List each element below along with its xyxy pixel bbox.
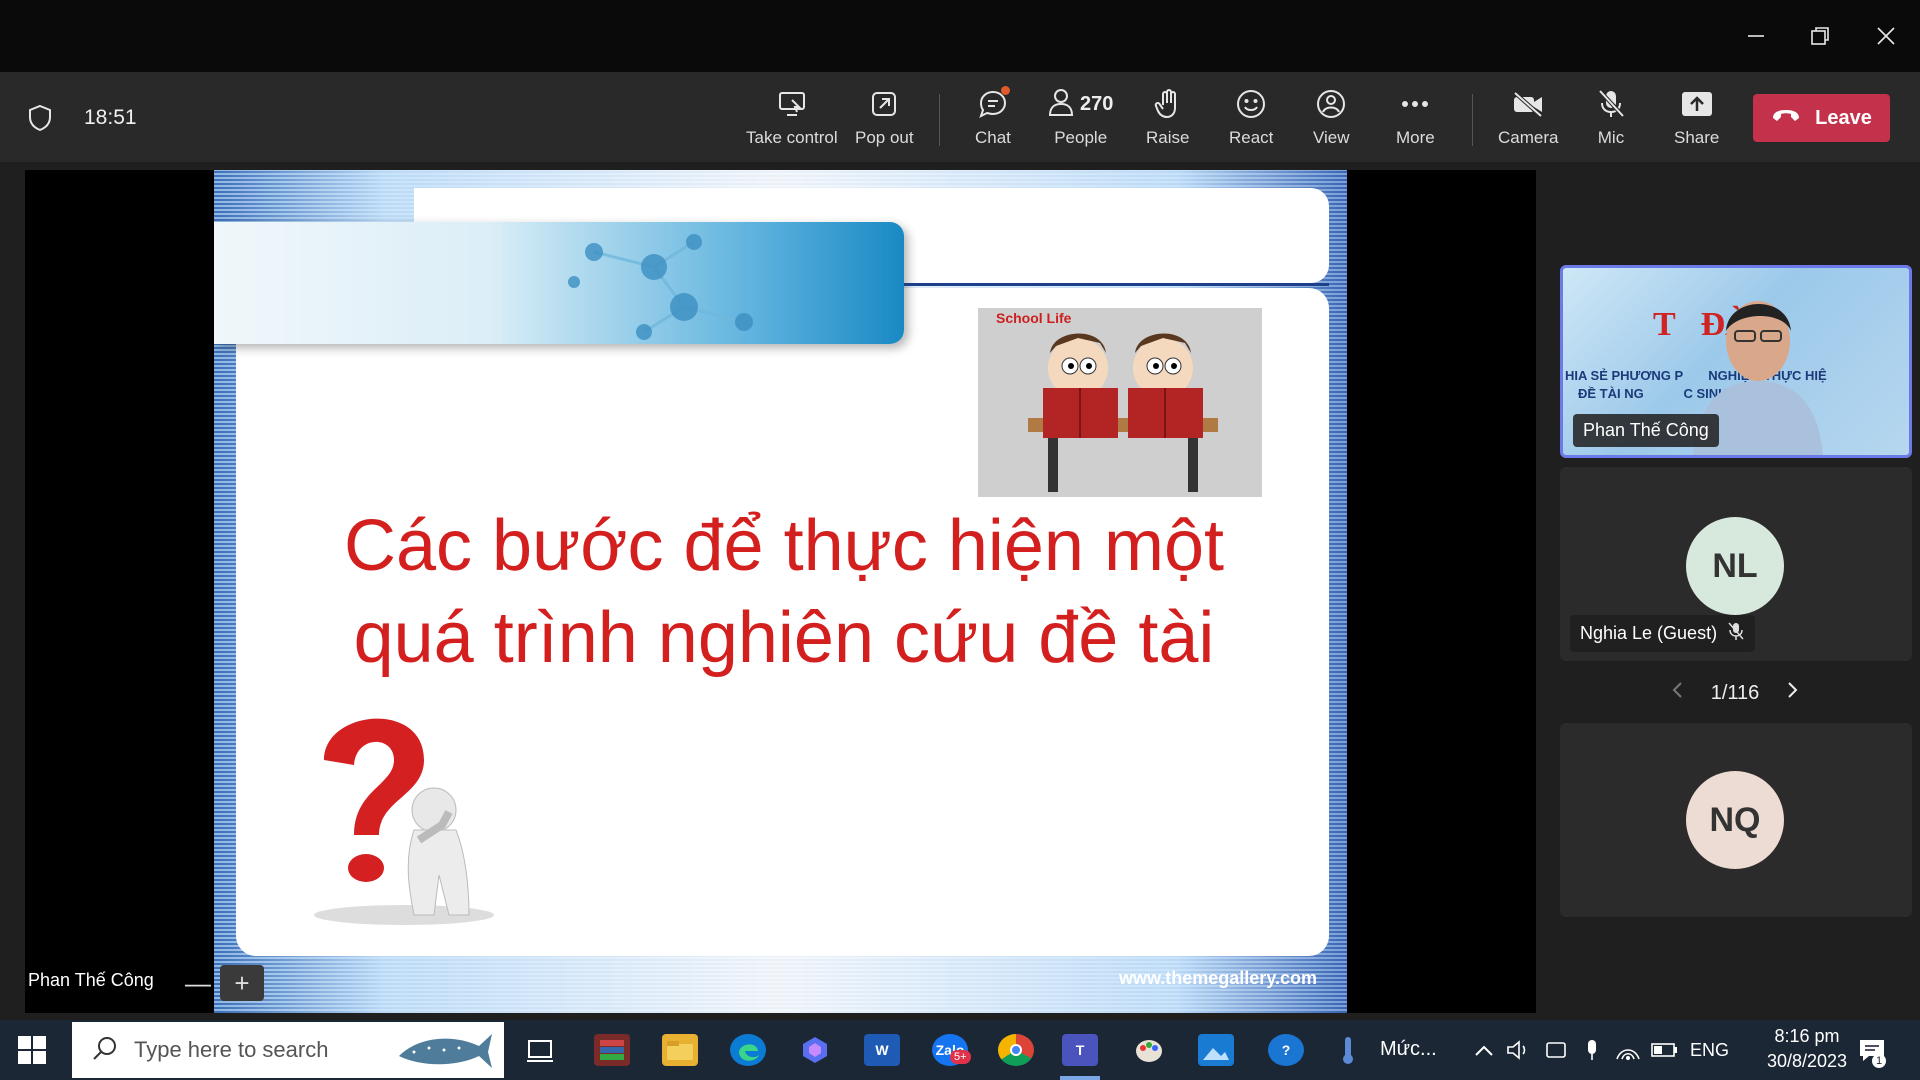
people-icon — [1048, 87, 1074, 122]
paint-icon[interactable] — [1131, 1034, 1167, 1066]
chevron-right-icon[interactable] — [1786, 680, 1800, 706]
teams-active-indicator — [1060, 1076, 1100, 1080]
take-control-button[interactable]: Take control — [746, 86, 838, 152]
zalo-notification-badge: 5+ — [950, 1050, 971, 1064]
view-icon — [1315, 86, 1347, 122]
camera-button[interactable]: Camera — [1498, 86, 1558, 152]
participant-tile-nq[interactable]: NQ — [1560, 723, 1912, 917]
taskbar-app-label[interactable]: Mức... — [1380, 1038, 1437, 1061]
participant-name-chip: Nghia Le (Guest) — [1570, 615, 1756, 652]
language-indicator[interactable]: ENG — [1690, 1040, 1729, 1061]
restore-icon[interactable] — [1792, 14, 1848, 58]
avatar: NQ — [1686, 771, 1784, 869]
pop-out-icon — [869, 86, 899, 122]
shield-icon[interactable] — [28, 104, 52, 137]
participant-pager: 1/116 — [1670, 678, 1800, 708]
chat-button[interactable]: Chat — [975, 86, 1011, 152]
people-button[interactable]: 270 People — [1048, 86, 1113, 152]
zoom-in-button[interactable]: + — [220, 965, 264, 1001]
notification-count: 1 — [1872, 1054, 1887, 1068]
meeting-toolbar: 18:51 Take control Pop out Chat 270 Peop… — [0, 72, 1920, 162]
wifi-icon[interactable] — [1610, 1034, 1646, 1066]
mic-muted-icon — [1727, 621, 1745, 646]
meet-now-icon[interactable] — [1538, 1034, 1574, 1066]
chevron-left-icon[interactable] — [1670, 680, 1684, 706]
microphone-tray-icon[interactable] — [1574, 1034, 1610, 1066]
slide-footer-url: www.themegallery.com — [1118, 968, 1317, 988]
slide-title: Các bước để thực hiện một quá trình nghi… — [344, 506, 1224, 678]
thermometer-icon[interactable] — [1330, 1034, 1366, 1066]
file-explorer-icon[interactable] — [662, 1034, 698, 1066]
header-rule — [904, 283, 1329, 286]
chat-unread-dot — [1001, 86, 1010, 95]
taskbar-clock[interactable]: 8:16 pm 30/8/2023 — [1752, 1026, 1862, 1072]
zoom-controls: — + — [176, 965, 270, 1001]
help-icon[interactable]: ? — [1268, 1034, 1304, 1066]
participant-video-tile[interactable]: T ĐÀM HIA SẺ PHƯƠNG P NGHIỆM THỰC HIỆ ĐỀ… — [1560, 265, 1912, 458]
mic-button[interactable]: Mic — [1596, 86, 1626, 152]
pop-out-button[interactable]: Pop out — [855, 86, 914, 152]
task-view-icon[interactable] — [522, 1034, 558, 1066]
photos-icon[interactable] — [1198, 1034, 1234, 1066]
camera-off-icon — [1511, 86, 1545, 122]
question-mark-figure — [284, 700, 524, 935]
chevron-up-icon[interactable] — [1466, 1034, 1502, 1066]
battery-icon[interactable] — [1646, 1034, 1682, 1066]
teams-icon[interactable]: T — [1062, 1034, 1098, 1066]
chrome-icon[interactable] — [998, 1034, 1034, 1066]
close-icon[interactable] — [1858, 14, 1914, 58]
leave-button[interactable]: Leave — [1753, 94, 1890, 142]
people-count: 270 — [1080, 92, 1114, 115]
toolbar-divider — [1472, 94, 1473, 146]
presenter-name-label: Phan Thế Công — [28, 970, 154, 990]
participant-tile-nl[interactable]: NL Nghia Le (Guest) — [1560, 467, 1912, 661]
take-control-icon — [777, 86, 807, 122]
smiley-icon — [1235, 86, 1267, 122]
hand-icon — [1153, 86, 1183, 122]
presentation-slide: School Life Các bước để thực hiện một qu… — [214, 170, 1347, 1013]
share-button[interactable]: Share — [1674, 86, 1719, 152]
share-icon — [1680, 86, 1714, 122]
taskbar-search-box[interactable]: Type here to search — [72, 1022, 504, 1078]
school-life-image: School Life — [978, 308, 1262, 497]
more-button[interactable]: More — [1396, 86, 1435, 152]
pager-label: 1/116 — [1710, 681, 1760, 704]
avatar: NL — [1686, 517, 1784, 615]
search-icon — [92, 1035, 118, 1066]
zoom-out-button[interactable]: — — [176, 965, 220, 1001]
molecule-banner — [214, 222, 904, 344]
mic-off-icon — [1596, 86, 1626, 122]
minimize-icon[interactable] — [1728, 14, 1784, 58]
window-titlebar — [0, 0, 1920, 72]
react-button[interactable]: React — [1229, 86, 1273, 152]
raise-hand-button[interactable]: Raise — [1146, 86, 1189, 152]
ellipsis-icon — [1400, 86, 1430, 122]
meeting-timer: 18:51 — [84, 106, 137, 129]
participant-name-chip: Phan Thế Công — [1573, 414, 1719, 447]
copilot-icon[interactable] — [797, 1034, 833, 1066]
toolbar-divider — [939, 94, 940, 146]
winrar-icon[interactable] — [594, 1034, 630, 1066]
shared-screen-stage: School Life Các bước để thực hiện một qu… — [25, 170, 1536, 1013]
phone-hangup-icon — [1771, 107, 1801, 130]
view-button[interactable]: View — [1313, 86, 1350, 152]
word-icon[interactable]: W — [864, 1034, 900, 1066]
windows-start-icon[interactable] — [18, 1036, 46, 1069]
windows-taskbar: Type here to search W Zalo 5+ T ? Mức...… — [0, 1020, 1920, 1080]
whale-shark-search-art — [394, 1026, 494, 1079]
volume-icon[interactable] — [1500, 1034, 1536, 1066]
edge-icon[interactable] — [730, 1034, 766, 1066]
